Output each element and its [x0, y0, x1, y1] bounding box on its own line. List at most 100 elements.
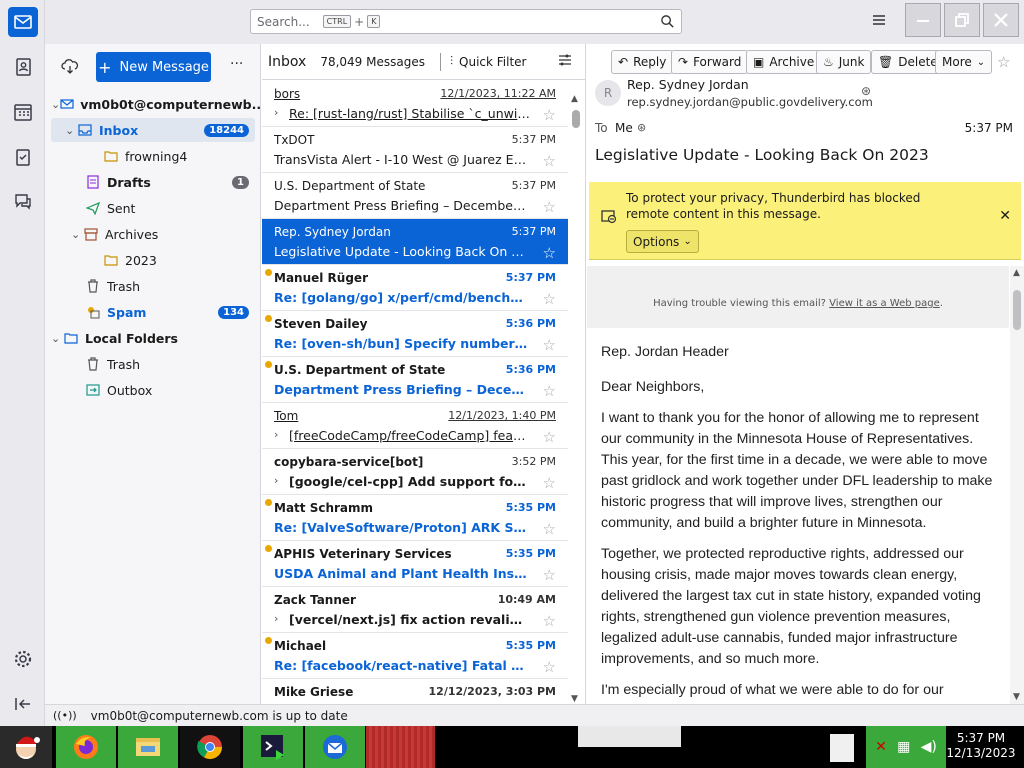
message-row[interactable]: bors 12/1/2023, 11:22 AM › Re: [rust-lan…	[262, 81, 568, 127]
tasks-button[interactable]	[8, 142, 38, 172]
thread-twisty-icon[interactable]: ›	[274, 106, 278, 119]
taskbar-file-explorer[interactable]	[118, 726, 178, 768]
sender-email[interactable]: rep.sydney.jordan@public.govdelivery.com	[627, 95, 873, 109]
tray-alert-icon[interactable]: ✕	[875, 739, 887, 755]
taskbar-powershell-ise[interactable]	[243, 726, 303, 768]
folder-2023[interactable]: 2023	[103, 248, 255, 272]
volume-icon[interactable]: ◀)	[921, 739, 937, 755]
restore-button[interactable]	[944, 3, 980, 37]
network-icon[interactable]: ▦	[897, 739, 910, 755]
app-menu-button[interactable]	[871, 12, 891, 32]
star-icon[interactable]: ☆	[543, 290, 556, 308]
spam-count-badge: 134	[218, 305, 249, 319]
taskbar-clock[interactable]: 5:37 PM 12/13/2023	[946, 726, 1016, 768]
address-book-button[interactable]	[8, 52, 38, 82]
close-notification-button[interactable]: ✕	[999, 208, 1011, 224]
minimize-button[interactable]	[905, 3, 941, 37]
archive-button[interactable]: ▣ Archive	[746, 50, 822, 74]
search-input[interactable]: Search... CTRL + K	[250, 9, 682, 34]
message-row[interactable]: Steven Dailey 5:36 PM Re: [oven-sh/bun] …	[262, 311, 568, 357]
star-icon[interactable]: ☆	[543, 382, 556, 400]
collapse-spaces-button[interactable]	[8, 689, 38, 719]
taskbar-firefox[interactable]	[56, 726, 116, 768]
message-row[interactable]: Zack Tanner 10:49 AM › [vercel/next.js] …	[262, 587, 568, 633]
star-icon[interactable]: ☆	[543, 520, 556, 538]
scrollbar-thumb[interactable]	[1013, 290, 1021, 330]
message-row[interactable]: U.S. Department of State 5:37 PM Departm…	[262, 173, 568, 219]
message-row[interactable]: Mike Griese 12/12/2023, 3:03 PM	[262, 679, 568, 704]
star-icon[interactable]: ☆	[543, 106, 556, 124]
message-list-scrollbar[interactable]: ▲ ▼	[569, 94, 583, 704]
message-row[interactable]: APHIS Veterinary Services 5:35 PM USDA A…	[262, 541, 568, 587]
folder-spam[interactable]: Spam 134	[85, 300, 255, 324]
message-row[interactable]: Manuel Rüger 5:37 PM Re: [golang/go] x/p…	[262, 265, 568, 311]
message-date: 5:37 PM	[511, 133, 556, 146]
account-row[interactable]: ⌄ vm0b0t@computernewb...	[51, 92, 266, 116]
folder-inbox[interactable]: ⌄ Inbox 18244	[51, 118, 255, 142]
powershell-icon	[261, 735, 284, 760]
settings-button[interactable]	[8, 644, 38, 674]
message-row[interactable]: Tom 12/1/2023, 1:40 PM › [freeCodeCamp/f…	[262, 403, 568, 449]
scroll-up-icon[interactable]: ▲	[571, 94, 578, 104]
message-row[interactable]: copybara-service[bot] 3:52 PM › [google/…	[262, 449, 568, 495]
get-messages-button[interactable]	[61, 58, 79, 79]
sender-name[interactable]: Rep. Sydney Jordan	[627, 77, 749, 92]
folder-pane-more-button[interactable]: ···	[230, 56, 243, 72]
folder-archives[interactable]: ⌄ Archives	[51, 222, 255, 246]
folder-sent[interactable]: Sent	[85, 196, 255, 220]
local-folder-outbox[interactable]: Outbox	[85, 378, 255, 402]
message-row[interactable]: Matt Schramm 5:35 PM Re: [ValveSoftware/…	[262, 495, 568, 541]
message-row[interactable]: U.S. Department of State 5:36 PM Departm…	[262, 357, 568, 403]
star-icon[interactable]: ☆	[543, 336, 556, 354]
cloud-download-icon	[61, 59, 79, 74]
calendar-button[interactable]	[8, 97, 38, 127]
show-desktop-button[interactable]	[830, 734, 854, 762]
local-folders-row[interactable]: ⌄ Local Folders	[51, 326, 255, 350]
message-row[interactable]: TxDOT 5:37 PM TransVista Alert - I-10 We…	[262, 127, 568, 173]
delete-button[interactable]: 🗑 Delete	[871, 50, 945, 74]
thread-twisty-icon[interactable]: ›	[274, 474, 278, 487]
message-row[interactable]: Michael 5:35 PM Re: [facebook/react-nati…	[262, 633, 568, 679]
scroll-up-icon[interactable]: ▲	[1013, 268, 1020, 278]
taskbar-app-slot[interactable]	[366, 726, 435, 768]
chat-button[interactable]	[8, 186, 38, 216]
list-display-options-button[interactable]	[558, 53, 572, 70]
thread-twisty-icon[interactable]: ›	[274, 612, 278, 625]
reply-button[interactable]: ↶ Reply	[611, 50, 674, 74]
thread-twisty-icon[interactable]: ›	[274, 428, 278, 441]
star-icon[interactable]: ☆	[543, 152, 556, 170]
folder-drafts[interactable]: Drafts 1	[85, 170, 255, 194]
view-web-link[interactable]: View it as a Web page	[829, 298, 940, 309]
mail-space-button[interactable]	[8, 7, 38, 37]
star-icon[interactable]: ☆	[543, 474, 556, 492]
quick-filter-button[interactable]: ⫶ Quick Filter	[450, 54, 526, 69]
scroll-down-icon[interactable]: ▼	[571, 694, 578, 704]
star-icon[interactable]: ☆	[543, 566, 556, 584]
taskbar-thunderbird[interactable]	[305, 726, 365, 768]
scrollbar-thumb[interactable]	[572, 110, 580, 128]
folder-frowning4[interactable]: frowning4	[103, 144, 255, 168]
star-icon[interactable]: ☆	[997, 53, 1010, 71]
delete-label: Delete	[898, 55, 938, 69]
star-icon[interactable]: ☆	[543, 198, 556, 216]
taskbar-chrome[interactable]	[180, 726, 240, 768]
search-icon[interactable]	[660, 14, 675, 32]
junk-button[interactable]: ♨ Junk	[816, 50, 872, 74]
more-button[interactable]: More ⌄	[935, 50, 993, 74]
start-button[interactable]	[0, 726, 52, 768]
star-icon[interactable]: ☆	[543, 612, 556, 630]
close-window-button[interactable]	[983, 3, 1019, 37]
shortcut-key-ctrl: CTRL	[322, 15, 352, 28]
star-icon[interactable]: ☆	[543, 658, 556, 676]
star-icon[interactable]: ☆	[543, 244, 556, 262]
new-message-button[interactable]: + New Message	[96, 52, 211, 82]
to-recipient[interactable]: Me	[615, 121, 633, 135]
scroll-down-icon[interactable]: ▼	[1013, 692, 1020, 702]
star-icon[interactable]: ☆	[543, 428, 556, 446]
local-folder-trash[interactable]: Trash	[85, 352, 255, 376]
message-row-selected[interactable]: Rep. Sydney Jordan 5:37 PM Legislative U…	[262, 219, 568, 265]
reader-scrollbar[interactable]: ▲ ▼	[1010, 266, 1024, 704]
folder-trash[interactable]: Trash	[85, 274, 255, 298]
forward-button[interactable]: ↷ Forward	[671, 50, 749, 74]
options-button[interactable]: Options ⌄	[626, 230, 699, 253]
